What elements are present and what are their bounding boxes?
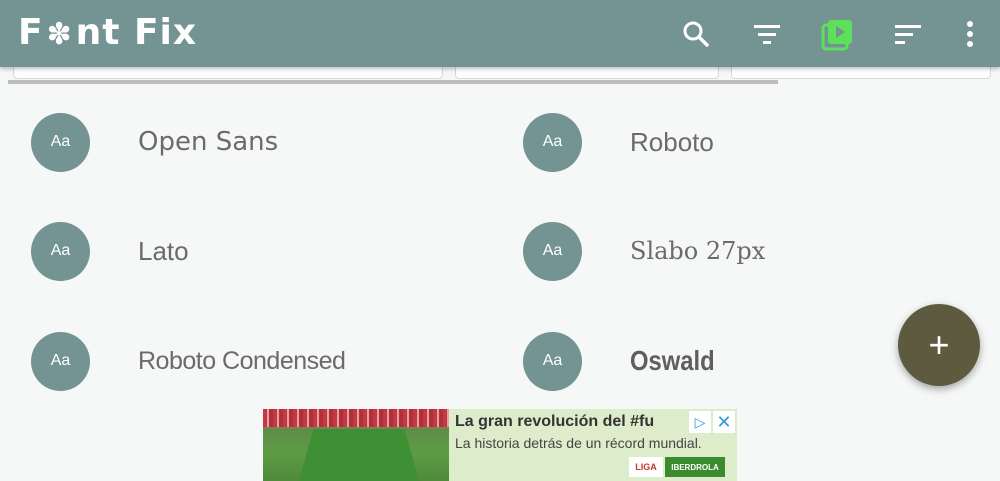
preview-card[interactable] [731, 67, 991, 79]
app-bar: F✽nt Fix [0, 0, 1000, 67]
font-name: Roboto [630, 126, 714, 157]
preview-cards-strip[interactable] [0, 67, 1000, 87]
font-avatar: Aa [31, 331, 90, 391]
ad-subtext[interactable]: La historia detrás de un récord mundial. [455, 435, 702, 451]
app-title-start: F [18, 12, 44, 53]
font-item-roboto[interactable]: Aa Roboto [523, 112, 714, 172]
font-item-roboto-condensed[interactable]: Aa Roboto Condensed [31, 331, 346, 391]
add-icon: + [928, 324, 950, 365]
font-avatar: Aa [31, 221, 90, 281]
search-icon [683, 21, 709, 47]
ad-headline[interactable]: La gran revolución del #fu [455, 413, 654, 431]
font-item-open-sans[interactable]: Aa Open Sans [31, 112, 278, 172]
more-vert-icon [967, 21, 973, 47]
sort-button[interactable] [886, 12, 930, 56]
preview-card[interactable] [455, 67, 719, 79]
font-avatar: Aa [523, 221, 582, 281]
ad-iberdrola-logo: IBERDROLA [665, 457, 725, 477]
preview-icon [821, 20, 852, 51]
ad-stadium-image[interactable] [263, 409, 449, 481]
font-item-slabo-27px[interactable]: Aa Slabo 27px [523, 221, 765, 281]
font-name: Lato [138, 235, 189, 266]
horizontal-scrollbar[interactable] [8, 80, 778, 84]
font-item-oswald[interactable]: Aa Oswald [523, 331, 730, 391]
ad-stadium-stands [263, 409, 449, 427]
font-name: Open Sans [138, 127, 279, 157]
font-item-lato[interactable]: Aa Lato [31, 221, 189, 281]
filter-icon [754, 25, 780, 44]
font-name: Roboto Condensed [138, 346, 346, 375]
app-title: F✽nt Fix [18, 9, 197, 59]
ad-liga-logo: LIGA [629, 457, 663, 477]
font-name: Oswald [630, 345, 715, 376]
sort-icon [895, 25, 921, 44]
filter-button[interactable] [745, 12, 789, 56]
font-avatar: Aa [523, 112, 582, 172]
preview-card[interactable] [13, 67, 443, 79]
more-options-button[interactable] [948, 12, 992, 56]
gear-icon: ✽ [46, 17, 73, 52]
add-font-button[interactable]: + [898, 304, 980, 386]
font-avatar: Aa [523, 331, 582, 391]
ad-close-icon[interactable]: ✕ [713, 411, 735, 433]
search-button[interactable] [674, 12, 718, 56]
font-name: Slabo 27px [630, 237, 766, 265]
app-title-end: nt Fix [75, 12, 198, 53]
adchoices-icon[interactable]: ▷ [689, 411, 711, 433]
ad-banner[interactable]: La gran revolución del #fu La historia d… [263, 409, 737, 481]
preview-button[interactable] [816, 12, 860, 56]
ad-stadium-pitch [299, 429, 419, 481]
font-avatar: Aa [31, 112, 90, 172]
